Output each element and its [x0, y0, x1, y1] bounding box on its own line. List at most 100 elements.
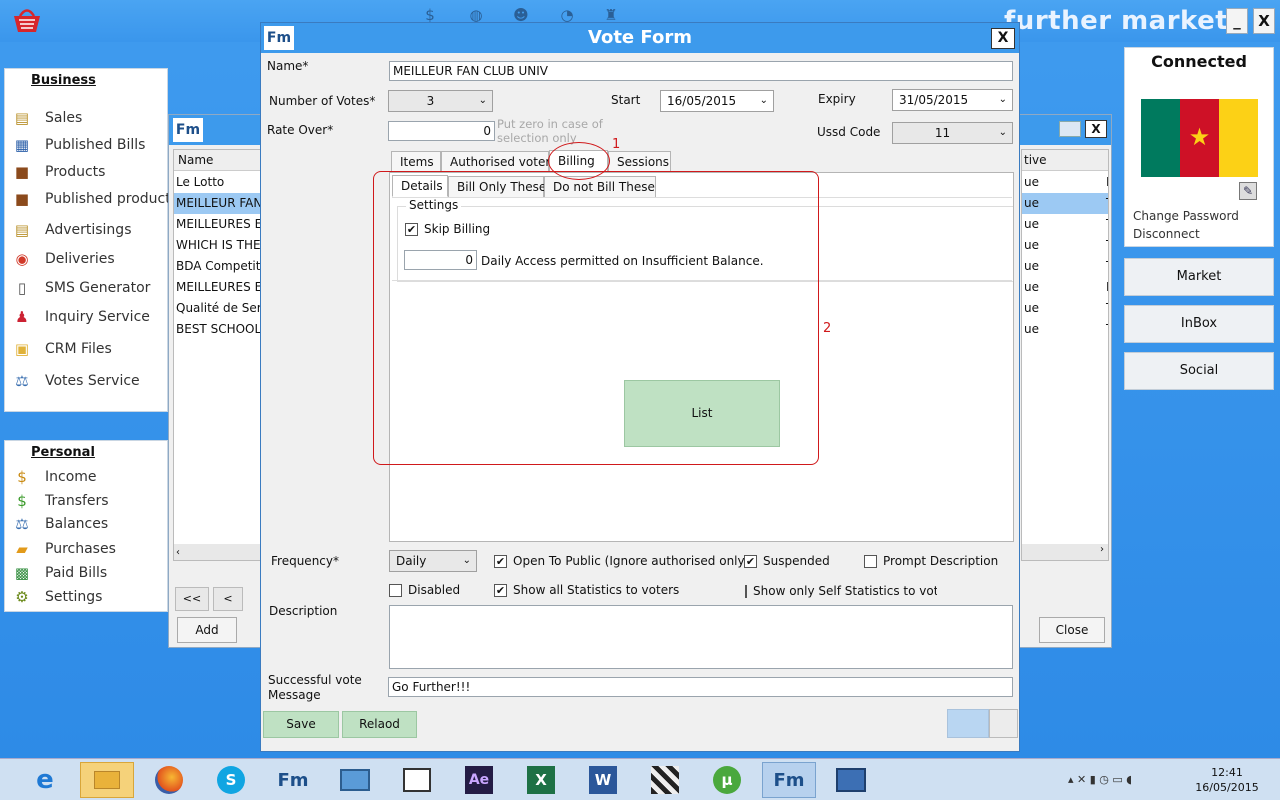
profile-flag-image: ★	[1141, 99, 1258, 177]
table-row[interactable]: BEST SCHOOLS	[174, 319, 260, 340]
utorrent-icon[interactable]: µ	[700, 762, 754, 798]
skype-icon[interactable]: S	[204, 762, 258, 798]
word-icon[interactable]: W	[576, 762, 630, 798]
rate-input[interactable]: 0	[388, 121, 495, 141]
start-date-picker[interactable]: 16/05/2015 ⌄	[660, 90, 774, 112]
table-row[interactable]: MEILLEURES ECOLES	[174, 277, 260, 298]
description-textarea[interactable]	[389, 605, 1013, 669]
sidebar-item-sales[interactable]: ▤ Sales	[11, 107, 82, 129]
excel-icon[interactable]: X	[514, 762, 568, 798]
delivery-icon: ◉	[15, 250, 29, 268]
sidebar-item-advertisings[interactable]: ▤ Advertisings	[11, 219, 132, 241]
notepad-icon[interactable]	[390, 762, 444, 798]
firefox-icon[interactable]	[142, 762, 196, 798]
box-icon: ■	[14, 190, 30, 208]
folder-icon: ▣	[14, 340, 30, 358]
disabled-checkbox[interactable]: Disabled	[389, 583, 460, 597]
market-button[interactable]: Market	[1124, 258, 1274, 296]
minimize-button[interactable]: _	[1226, 8, 1248, 34]
show-all-stats-checkbox[interactable]: ✔ Show all Statistics to voters	[494, 583, 679, 597]
sidebar-item-sms-generator[interactable]: ▯ SMS Generator	[11, 277, 151, 299]
add-button[interactable]: Add	[177, 617, 237, 643]
vote-form-window: Fm Vote Form X Name* MEILLEUR FAN CLUB U…	[260, 22, 1020, 752]
annotation-number-2: 2	[823, 321, 832, 336]
disconnect-link[interactable]: Disconnect	[1133, 227, 1200, 241]
close-button[interactable]: Close	[1039, 617, 1105, 643]
tab-authorised-voters[interactable]: Authorised voters	[441, 151, 557, 173]
vote-form-close-button[interactable]: X	[991, 28, 1015, 49]
sidebar-item-income[interactable]: $ Income	[11, 466, 96, 488]
sidebar-item-transfers[interactable]: $ Transfers	[11, 490, 108, 512]
sidebar-item-balances[interactable]: ⚖ Balances	[11, 513, 108, 535]
table-row[interactable]: Le Lotto	[174, 172, 260, 193]
clapper-icon[interactable]	[638, 762, 692, 798]
fm-app-icon[interactable]: Fm	[266, 762, 320, 798]
sidebar-item-settings[interactable]: ⚙ Settings	[11, 586, 102, 608]
prompt-description-checkbox[interactable]: Prompt Description	[864, 554, 998, 568]
table-row[interactable]: WHICH IS THE BEST	[174, 235, 260, 256]
sidebar-item-deliveries[interactable]: ◉ Deliveries	[11, 248, 114, 270]
expiry-label: Expiry	[818, 92, 856, 106]
open-to-public-checkbox[interactable]: ✔ Open To Public (Ignore authorised only)	[494, 554, 749, 568]
sidebar-item-paid-bills[interactable]: ▩ Paid Bills	[11, 562, 107, 584]
sidebar-item-votes-service[interactable]: ⚖ Votes Service	[11, 370, 139, 392]
sidebar-item-published-bills[interactable]: ▦ Published Bills	[11, 134, 146, 156]
save-button[interactable]: Save	[263, 711, 339, 738]
prev-page-button[interactable]: <	[213, 587, 243, 611]
suspended-checkbox[interactable]: ✔ Suspended	[744, 554, 830, 568]
change-password-link[interactable]: Change Password	[1133, 209, 1239, 223]
first-page-button[interactable]: <<	[175, 587, 209, 611]
basket-icon: ▰	[16, 540, 28, 558]
expiry-date-picker[interactable]: 31/05/2015 ⌄	[892, 89, 1013, 111]
fm-app-icon-2[interactable]: Fm	[762, 762, 816, 798]
blank-blue-button[interactable]	[947, 709, 989, 738]
scale-icon: ⚖	[15, 515, 29, 533]
votes-grid-right: tive ueF ueT ueT ueT ueT ueF ueT ueT ›	[1021, 149, 1109, 561]
success-message-input[interactable]: Go Further!!!	[388, 677, 1013, 697]
brand-title: further market	[1004, 6, 1229, 36]
ussd-select[interactable]: 11 ⌄	[892, 122, 1013, 144]
app-close-button[interactable]: X	[1253, 8, 1275, 34]
blank-grey-button[interactable]	[989, 709, 1018, 738]
table-row[interactable]: Qualité de Service	[174, 298, 260, 319]
frequency-select[interactable]: Daily ⌄	[389, 550, 477, 572]
horizontal-scrollbar-right[interactable]: ›	[1022, 544, 1108, 560]
box-icon: ■	[14, 163, 30, 181]
table-row[interactable]: MEILLEURES ECOLES	[174, 214, 260, 235]
gear-icon: ⚙	[15, 588, 29, 606]
checkbox-box	[745, 584, 747, 598]
sidebar-item-purchases[interactable]: ▰ Purchases	[11, 538, 116, 560]
control-panel-icon[interactable]	[328, 762, 382, 798]
votes-select[interactable]: 3 ⌄	[388, 90, 493, 112]
annotation-rectangle	[373, 171, 819, 465]
tab-items[interactable]: Items	[391, 151, 441, 173]
show-self-stats-checkbox[interactable]: Show only Self Statistics to voter:	[745, 584, 937, 598]
name-input[interactable]: MEILLEUR FAN CLUB UNIV	[389, 61, 1013, 81]
after-effects-icon[interactable]: Ae	[452, 762, 506, 798]
reload-button[interactable]: Relaod	[342, 711, 417, 738]
horizontal-scrollbar[interactable]: ‹	[174, 544, 260, 560]
sidebar-item-crm-files[interactable]: ▣ CRM Files	[11, 338, 112, 360]
checkbox-box	[389, 583, 402, 597]
sidebar-item-published-products[interactable]: ■ Published products	[11, 188, 178, 210]
phone-icon: ▯	[17, 279, 27, 297]
tray-icons[interactable]: ▴ ✕ ▮ ◷ ▭ ◖	[1068, 773, 1132, 786]
description-label: Description	[269, 604, 338, 618]
rate-label: Rate Over*	[267, 123, 334, 137]
tab-sessions[interactable]: Sessions	[608, 151, 671, 173]
maximize-button[interactable]	[1059, 121, 1081, 137]
table-row[interactable]: BDA Competition	[174, 256, 260, 277]
back-close-x-button[interactable]: X	[1085, 120, 1107, 138]
edit-profile-icon[interactable]: ✎	[1239, 182, 1257, 200]
ie-icon[interactable]: e	[18, 762, 72, 798]
social-button[interactable]: Social	[1124, 352, 1274, 390]
table-row-selected[interactable]: MEILLEUR FAN CLUB UNIV	[174, 193, 260, 214]
sidebar-item-products[interactable]: ■ Products	[11, 161, 106, 183]
chevron-down-icon: ⌄	[998, 127, 1007, 138]
inbox-button[interactable]: InBox	[1124, 305, 1274, 343]
remote-icon[interactable]	[824, 762, 878, 798]
sidebar-item-inquiry-service[interactable]: ♟ Inquiry Service	[11, 306, 150, 328]
explorer-icon[interactable]	[80, 762, 134, 798]
success-message-label-line2: Message	[268, 688, 321, 702]
name-label: Name*	[267, 59, 309, 73]
